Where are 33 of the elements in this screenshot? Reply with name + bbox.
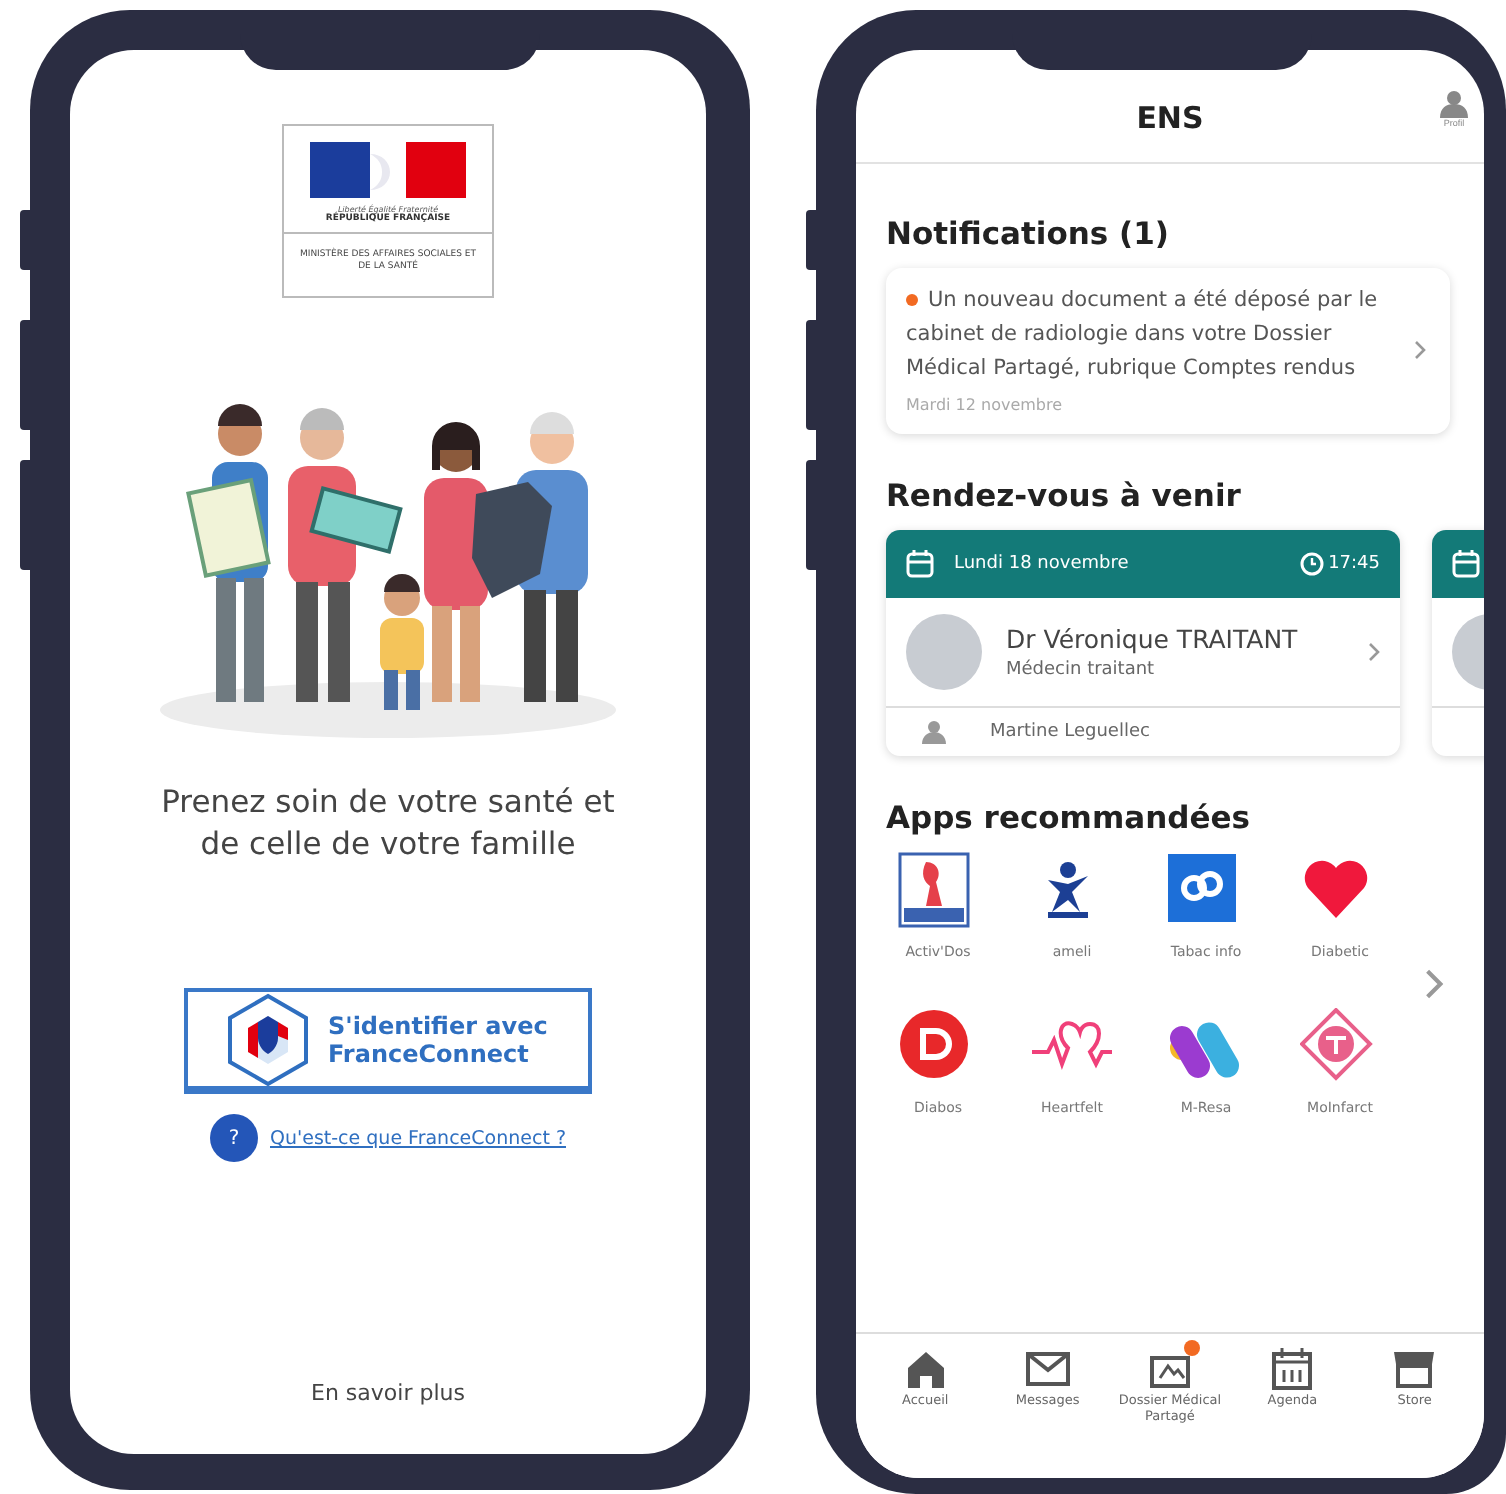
person-icon	[922, 720, 946, 745]
notification-date: Mardi 12 novembre	[906, 396, 1065, 415]
section-title: Notifications (1)	[886, 216, 1171, 252]
more-link[interactable]: En savoir plus	[311, 1380, 465, 1406]
patient-name: Martine Leguellec	[990, 722, 1150, 743]
doctor-name: Dr Véronique TRAITANT	[1006, 624, 1300, 655]
appointment-card[interactable]: Lundi 18 novembre 17:45 Dr Véronique TRAITANT Médecin traitant Martine Leguellec	[886, 530, 1400, 757]
tab-icon	[1270, 1346, 1315, 1391]
doctor-specialty: Médecin traitant	[1006, 660, 1157, 681]
appointment-date: Lundi 18 novembre	[954, 554, 1131, 575]
notification-card[interactable]: Un nouveau document a été déposé par le cabinet de radiologie dans votre Dossier Médical Partagé, rubrique Comptes rendus Mardi 12 novembre	[886, 268, 1450, 435]
app-title: ENS	[1136, 100, 1204, 136]
help-link[interactable]: Qu'est-ce que FranceConnect ?	[270, 1127, 566, 1150]
notification-text: Un nouveau document a été déposé par le cabinet de radiologie dans votre Dossier Médical Partagé, rubrique Comptes rendus	[906, 288, 1378, 380]
person-icon	[1440, 90, 1468, 118]
section-title: Apps recommandées	[886, 800, 1252, 837]
section-title: Rendez-vous à venir	[886, 478, 1243, 515]
tagline-text: Prenez soin de votre santé et de celle de votre famille	[159, 781, 617, 865]
tab-icon	[1392, 1346, 1437, 1391]
calendar-icon	[1452, 550, 1480, 579]
appointment-time: 17:45	[1328, 554, 1380, 575]
calendar-icon	[906, 550, 934, 579]
help-icon: ?	[210, 1114, 258, 1163]
chevron-icon	[1368, 642, 1380, 663]
tab-icon	[1025, 1346, 1070, 1391]
clock-icon	[1300, 552, 1325, 577]
flag-icon	[310, 142, 466, 198]
chevron-icon	[1414, 339, 1426, 360]
tab-icon	[903, 1346, 948, 1391]
chevron-icon	[1424, 968, 1444, 1001]
doctor-avatar	[906, 614, 982, 691]
franceconnect-logo-icon	[224, 991, 312, 1088]
franceconnect-button[interactable]: S'identifier avec FranceConnect	[184, 988, 592, 1095]
